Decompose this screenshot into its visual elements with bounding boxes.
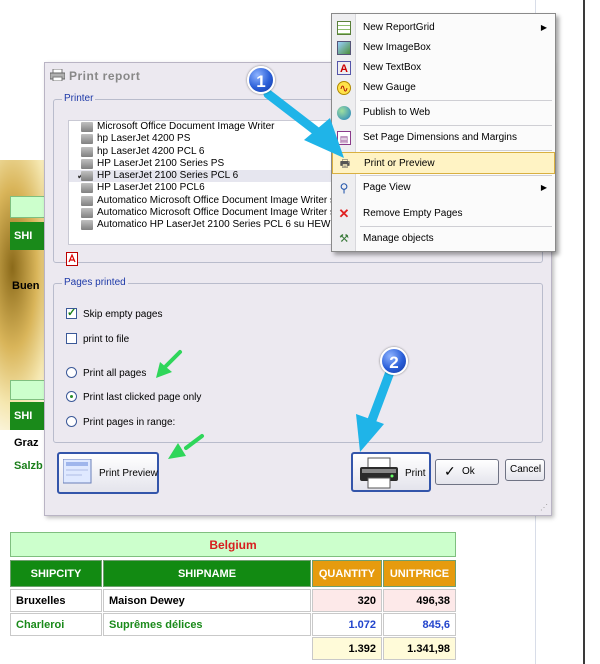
table-cell-quantity: 320 [312, 589, 382, 612]
column-header-shipcity: SHIPCITY [10, 560, 102, 587]
total-quantity: 1.392 [312, 637, 382, 660]
report-group-title: Belgium [10, 532, 456, 557]
table-cell-unitprice: 496,38 [383, 589, 456, 612]
table-cell-city: Bruxelles [10, 589, 102, 612]
column-header-unitprice: UNITPRICE [383, 560, 456, 587]
column-header-shipname: SHIPNAME [103, 560, 311, 587]
blue-arrow-2 [356, 367, 395, 452]
total-unitprice: 1.341,98 [383, 637, 456, 660]
table-cell-city: Charleroi [10, 613, 102, 636]
column-header-quantity: QUANTITY [312, 560, 382, 587]
table-cell-name: Suprêmes délices [103, 613, 311, 636]
blue-arrow-1 [263, 89, 344, 158]
table-cell-name: Maison Dewey [103, 589, 311, 612]
table-cell-unitprice: 845,6 [383, 613, 456, 636]
green-arrow-preview [168, 434, 204, 459]
green-arrow-radio [156, 350, 182, 378]
table-cell-quantity: 1.072 [312, 613, 382, 636]
step-2-badge: 2 [380, 347, 408, 375]
step-1-badge: 1 [247, 66, 275, 94]
